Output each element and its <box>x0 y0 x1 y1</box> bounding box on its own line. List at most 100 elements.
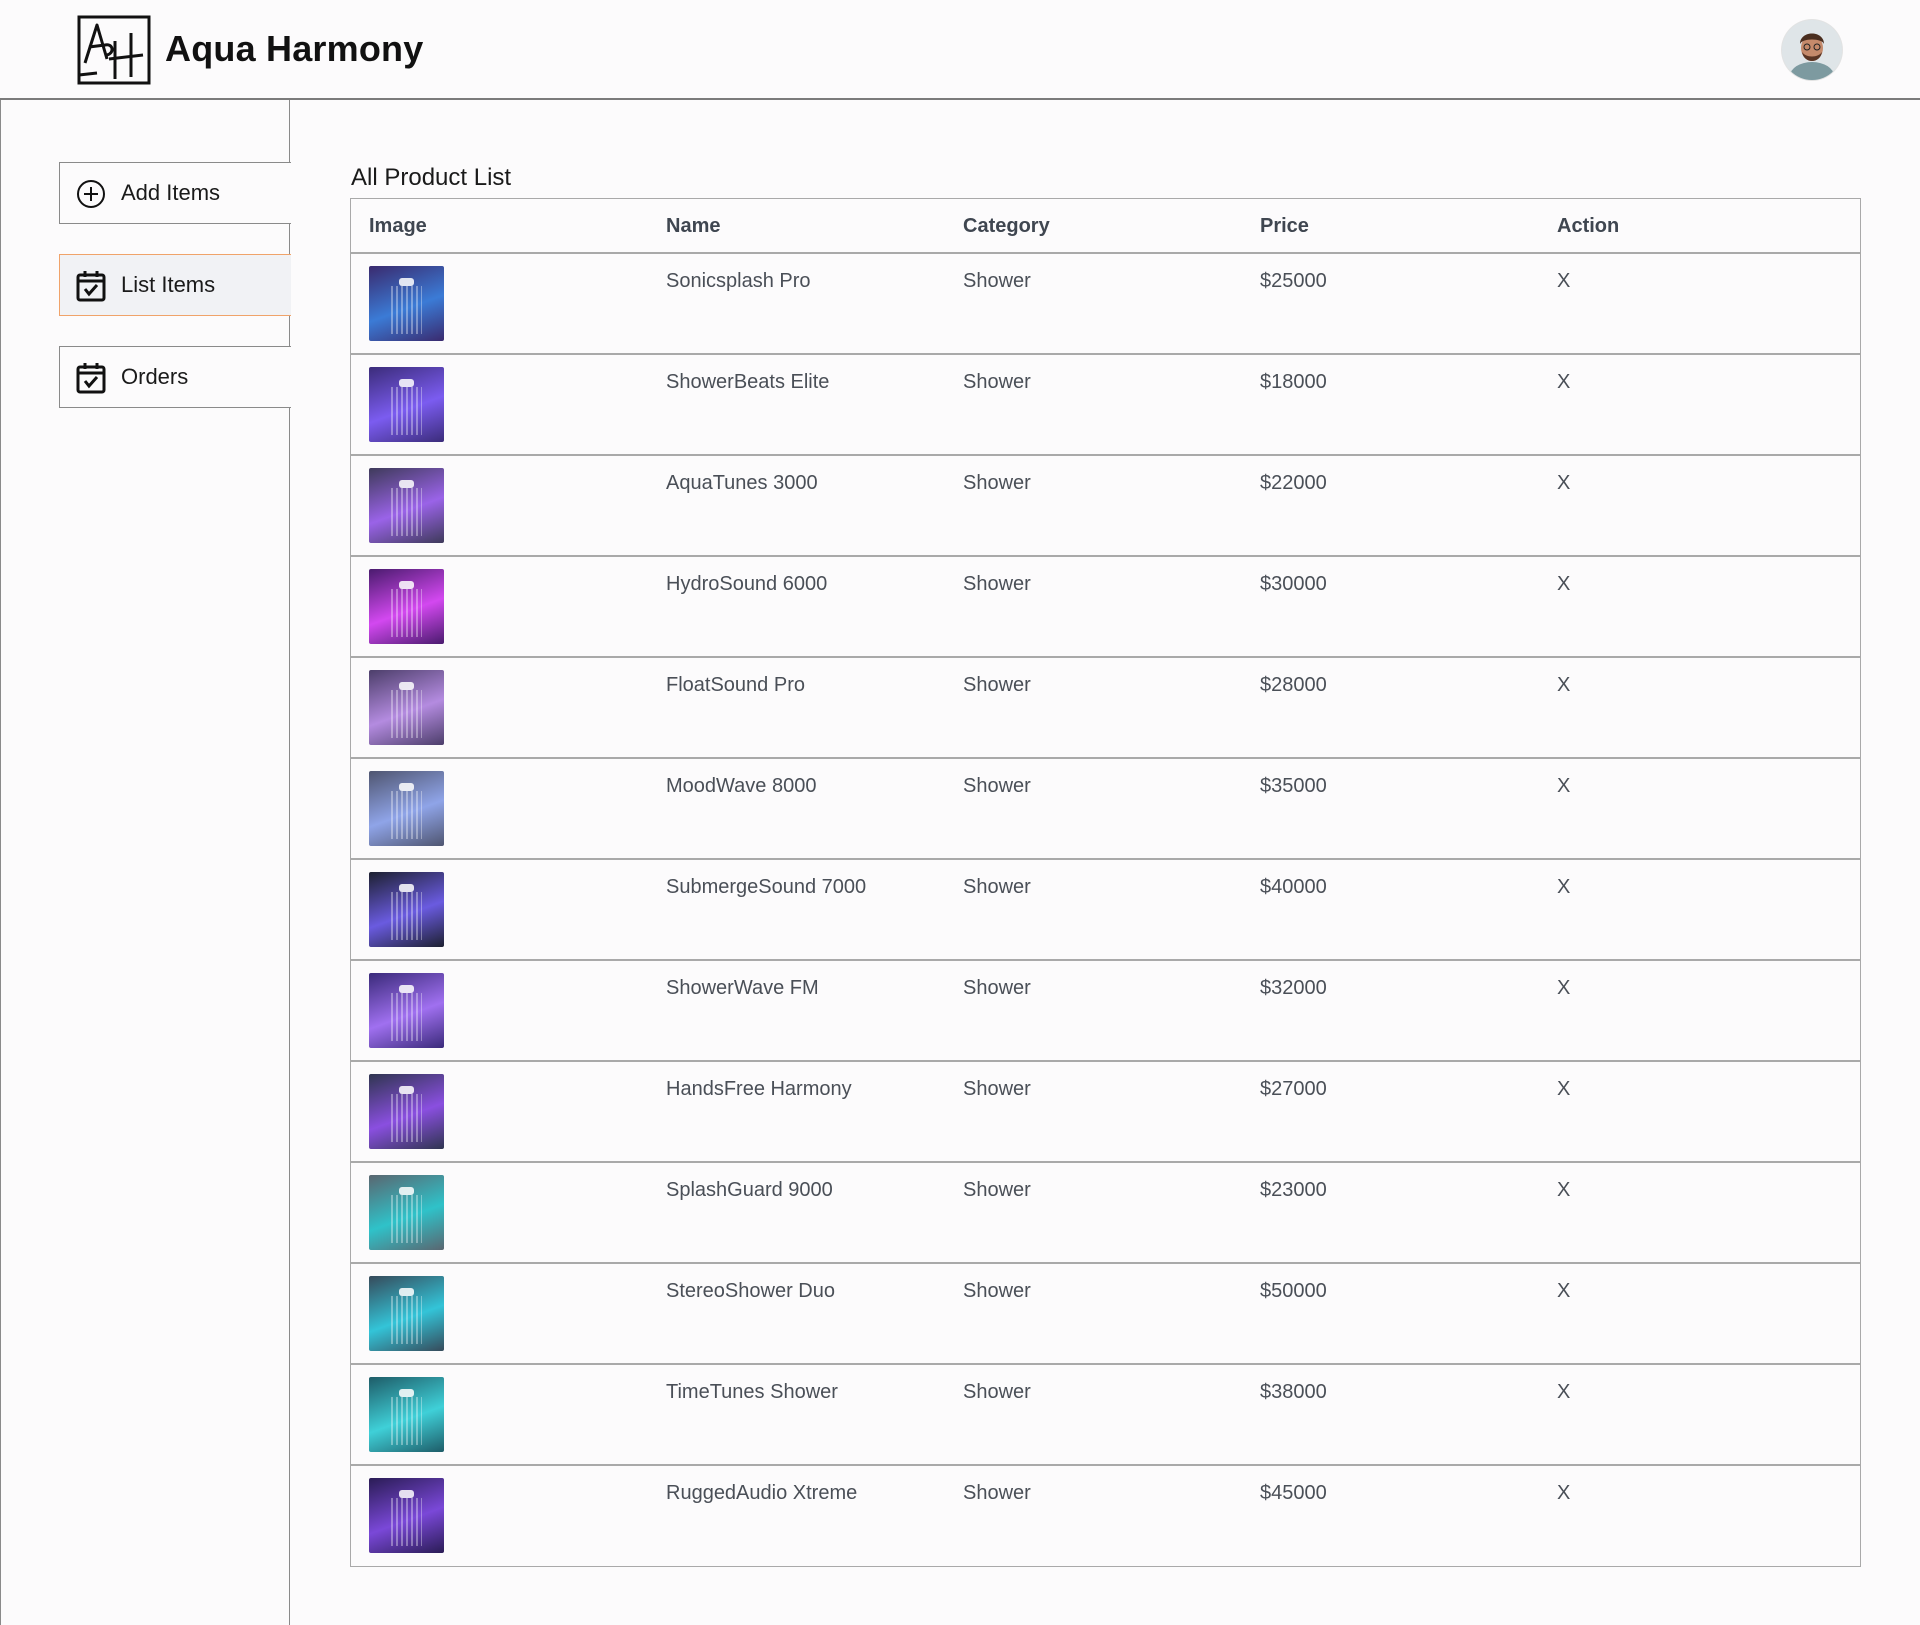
remove-button[interactable]: X <box>1557 674 1570 697</box>
sidebar-item-label: Orders <box>121 364 189 389</box>
remove-button[interactable]: X <box>1557 472 1570 495</box>
product-price: $32000 <box>1260 977 1327 999</box>
product-thumbnail <box>369 1377 444 1452</box>
main-content: All Product List Image Name Category Pri… <box>290 100 1920 1625</box>
column-header-image: Image <box>369 215 427 237</box>
product-category: Shower <box>963 1381 1031 1403</box>
product-category: Shower <box>963 371 1031 393</box>
product-category: Shower <box>963 1179 1031 1201</box>
product-thumbnail <box>369 973 444 1048</box>
water-stream-shape <box>391 690 422 738</box>
shower-head-shape <box>399 379 414 387</box>
product-name: ShowerBeats Elite <box>666 371 830 393</box>
product-price: $27000 <box>1260 1078 1327 1100</box>
sidebar-item-label: Add Items <box>121 180 221 205</box>
table-row: Sonicsplash Pro Shower $25000 X <box>351 254 1860 355</box>
product-thumbnail <box>369 670 444 745</box>
table-row: HydroSound 6000 Shower $30000 X <box>351 557 1860 658</box>
product-price: $25000 <box>1260 270 1327 292</box>
table-row: StereoShower Duo Shower $50000 X <box>351 1264 1860 1365</box>
calendar-check-icon <box>76 363 106 394</box>
product-price: $35000 <box>1260 775 1327 797</box>
column-header-name: Name <box>666 215 721 237</box>
product-name: MoodWave 8000 <box>666 775 817 797</box>
product-price: $40000 <box>1260 876 1327 898</box>
plus-circle-icon <box>77 180 105 208</box>
remove-button[interactable]: X <box>1557 977 1570 1000</box>
product-category: Shower <box>963 977 1031 999</box>
product-thumbnail <box>369 1478 444 1553</box>
product-category: Shower <box>963 270 1031 292</box>
water-stream-shape <box>391 589 422 637</box>
water-stream-shape <box>391 286 422 334</box>
sidebar: Add Items List Items Orders <box>0 100 291 1625</box>
product-category: Shower <box>963 573 1031 595</box>
product-price: $28000 <box>1260 674 1327 696</box>
column-header-price: Price <box>1260 215 1309 237</box>
remove-button[interactable]: X <box>1557 775 1570 798</box>
app-header: Aqua Harmony <box>0 0 1920 100</box>
table-row: HandsFree Harmony Shower $27000 X <box>351 1062 1860 1163</box>
remove-button[interactable]: X <box>1557 1179 1570 1202</box>
shower-head-shape <box>399 985 414 993</box>
column-header-action: Action <box>1557 215 1620 237</box>
product-category: Shower <box>963 472 1031 494</box>
table-row: MoodWave 8000 Shower $35000 X <box>351 759 1860 860</box>
product-thumbnail <box>369 872 444 947</box>
remove-button[interactable]: X <box>1557 270 1570 293</box>
product-thumbnail <box>369 771 444 846</box>
calendar-check-icon <box>76 271 106 302</box>
product-thumbnail <box>369 1175 444 1250</box>
shower-head-shape <box>399 278 414 286</box>
shower-head-shape <box>399 1187 414 1195</box>
sidebar-item-list-items[interactable]: List Items <box>59 254 291 316</box>
brand-name: Aqua Harmony <box>165 28 424 69</box>
table-row: SplashGuard 9000 Shower $23000 X <box>351 1163 1860 1264</box>
table-row: TimeTunes Shower Shower $38000 X <box>351 1365 1860 1466</box>
product-thumbnail <box>369 1276 444 1351</box>
remove-button[interactable]: X <box>1557 371 1570 394</box>
product-name: ShowerWave FM <box>666 977 819 999</box>
shower-head-shape <box>399 581 414 589</box>
water-stream-shape <box>391 1195 422 1243</box>
product-category: Shower <box>963 674 1031 696</box>
water-stream-shape <box>391 488 422 536</box>
table-row: RuggedAudio Xtreme Shower $45000 X <box>351 1466 1860 1566</box>
product-price: $18000 <box>1260 371 1327 393</box>
product-thumbnail <box>369 266 444 341</box>
shower-head-shape <box>399 1490 414 1498</box>
remove-button[interactable]: X <box>1557 1280 1570 1303</box>
product-price: $45000 <box>1260 1482 1327 1504</box>
water-stream-shape <box>391 892 422 940</box>
page-title: All Product List <box>351 164 512 191</box>
product-name: AquaTunes 3000 <box>666 472 818 494</box>
product-price: $23000 <box>1260 1179 1327 1201</box>
remove-button[interactable]: X <box>1557 573 1570 596</box>
product-thumbnail <box>369 468 444 543</box>
sidebar-item-orders[interactable]: Orders <box>59 346 291 408</box>
table-row: ShowerBeats Elite Shower $18000 X <box>351 355 1860 456</box>
product-name: HandsFree Harmony <box>666 1078 852 1100</box>
table-header: Image Name Category Price Action <box>351 199 1860 254</box>
remove-button[interactable]: X <box>1557 1078 1570 1101</box>
product-name: FloatSound Pro <box>666 674 805 696</box>
water-stream-shape <box>391 1296 422 1344</box>
water-stream-shape <box>391 993 422 1041</box>
water-stream-shape <box>391 1397 422 1445</box>
table-body: Sonicsplash Pro Shower $25000 X ShowerBeats … <box>351 254 1860 1566</box>
aqua-harmony-logo <box>77 15 151 85</box>
remove-button[interactable]: X <box>1557 1381 1570 1404</box>
product-table: Image Name Category Price Action Sonicsp… <box>350 198 1861 1567</box>
product-name: RuggedAudio Xtreme <box>666 1482 858 1504</box>
water-stream-shape <box>391 1094 422 1142</box>
product-category: Shower <box>963 1482 1031 1504</box>
user-avatar[interactable] <box>1782 20 1842 80</box>
product-name: HydroSound 6000 <box>666 573 828 595</box>
product-name: TimeTunes Shower <box>666 1381 838 1403</box>
column-header-category: Category <box>963 215 1050 237</box>
sidebar-item-add-items[interactable]: Add Items <box>59 162 291 224</box>
remove-button[interactable]: X <box>1557 876 1570 899</box>
remove-button[interactable]: X <box>1557 1482 1570 1505</box>
table-row: AquaTunes 3000 Shower $22000 X <box>351 456 1860 557</box>
product-price: $30000 <box>1260 573 1327 595</box>
